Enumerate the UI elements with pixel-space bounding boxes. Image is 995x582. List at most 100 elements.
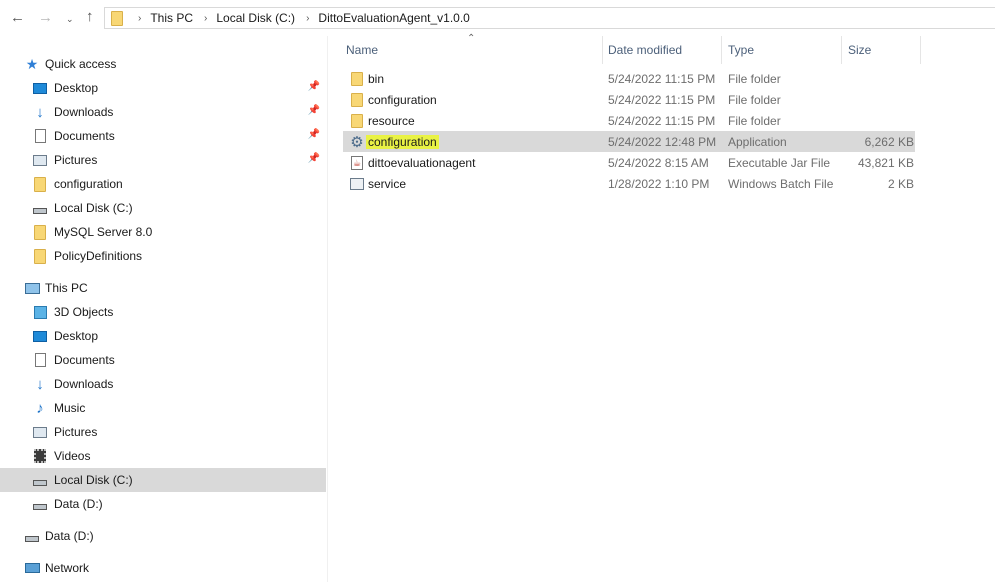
- nav-label: Local Disk (C:): [54, 473, 133, 487]
- folder-icon: [111, 10, 123, 26]
- drive-icon: [32, 200, 48, 216]
- file-name: bin: [368, 71, 385, 86]
- nav-quick-desktop[interactable]: Desktop 📌: [32, 76, 326, 100]
- forward-button[interactable]: →: [38, 9, 53, 27]
- file-row[interactable]: bin 5/24/2022 11:15 PM File folder: [343, 68, 915, 89]
- folder-icon: [349, 71, 365, 86]
- film-icon: [32, 448, 48, 464]
- file-row[interactable]: ☕ dittoevaluationagent 5/24/2022 8:15 AM…: [343, 152, 915, 173]
- nav-label: PolicyDefinitions: [54, 249, 143, 263]
- file-date: 5/24/2022 8:15 AM: [608, 155, 709, 170]
- nav-pc-local-disk[interactable]: Local Disk (C:): [0, 468, 326, 492]
- nav-label: Downloads: [54, 105, 114, 119]
- nav-pc-music[interactable]: ♪ Music: [32, 396, 326, 420]
- nav-quick-pictures[interactable]: Pictures 📌: [32, 148, 326, 172]
- address-bar[interactable]: › This PC › Local Disk (C:) › DittoEvaluat…: [104, 7, 995, 29]
- column-header-type[interactable]: Type: [728, 36, 841, 64]
- chevron-down-icon: ⌄: [66, 14, 74, 24]
- breadcrumb-local-disk[interactable]: Local Disk (C:) ›: [216, 11, 318, 25]
- pane-divider[interactable]: [327, 36, 328, 582]
- nav-pc-videos[interactable]: Videos: [32, 444, 326, 468]
- nav-quick-access[interactable]: ★ Quick access: [24, 52, 324, 76]
- nav-label: Documents: [54, 353, 115, 367]
- nav-label: Music: [54, 401, 86, 415]
- up-button[interactable]: ↑: [86, 8, 94, 26]
- nav-label: 3D Objects: [54, 305, 114, 319]
- drive-icon: [24, 528, 40, 544]
- column-label: Date modified: [608, 43, 683, 57]
- nav-pc-desktop[interactable]: Desktop: [32, 324, 326, 348]
- nav-network[interactable]: Network: [24, 556, 324, 580]
- desktop-icon: [32, 80, 48, 96]
- drive-icon: [32, 472, 48, 488]
- music-icon: ♪: [36, 399, 44, 417]
- column-separator[interactable]: [841, 36, 842, 64]
- download-icon: ↓: [36, 103, 44, 121]
- column-label: Size: [848, 43, 872, 57]
- pin-icon[interactable]: 📌: [308, 129, 320, 140]
- pin-icon[interactable]: 📌: [308, 81, 320, 92]
- nav-pc-pictures[interactable]: Pictures: [32, 420, 326, 444]
- java-icon: ☕: [351, 155, 363, 170]
- file-date: 5/24/2022 12:48 PM: [608, 134, 717, 149]
- nav-label: Desktop: [54, 81, 99, 95]
- column-header-size[interactable]: Size: [848, 36, 920, 64]
- nav-this-pc[interactable]: This PC: [24, 276, 324, 300]
- desktop-icon: [32, 328, 48, 344]
- file-row[interactable]: resource 5/24/2022 11:15 PM File folder: [343, 110, 915, 131]
- chevron-right-icon: ›: [138, 12, 142, 24]
- file-type: Windows Batch File: [728, 176, 834, 191]
- folder-icon: [32, 248, 48, 264]
- pin-icon[interactable]: 📌: [308, 105, 320, 116]
- nav-label: Desktop: [54, 329, 99, 343]
- pin-icon[interactable]: 📌: [308, 153, 320, 164]
- file-row-selected[interactable]: ⚙ configuration 5/24/2022 12:48 PM Appli…: [343, 131, 915, 152]
- nav-label: Data (D:): [54, 497, 103, 511]
- arrow-left-icon: ←: [10, 9, 25, 26]
- file-name-wrapper: configuration: [366, 134, 439, 149]
- file-row[interactable]: configuration 5/24/2022 11:15 PM File fo…: [343, 89, 915, 110]
- nav-label: MySQL Server 8.0: [54, 225, 153, 239]
- breadcrumb-current-folder[interactable]: DittoEvaluationAgent_v1.0.0: [318, 11, 469, 25]
- folder-icon: [32, 176, 48, 192]
- gear-icon: ⚙: [350, 133, 364, 151]
- column-label: Name: [346, 43, 379, 57]
- nav-pc-downloads[interactable]: ↓ Downloads: [32, 372, 326, 396]
- recent-locations-button[interactable]: ⌄: [66, 10, 74, 28]
- nav-label: Documents: [54, 129, 115, 143]
- chevron-right-icon: ›: [204, 12, 208, 24]
- nav-pc-documents[interactable]: Documents: [32, 348, 326, 372]
- column-header-name[interactable]: Name: [346, 36, 601, 64]
- column-separator[interactable]: [721, 36, 722, 64]
- column-header-date[interactable]: Date modified: [608, 36, 720, 64]
- back-button[interactable]: ←: [10, 9, 25, 27]
- file-type: File folder: [728, 71, 781, 86]
- chevron-right-icon: ›: [306, 12, 310, 24]
- nav-quick-local-disk[interactable]: Local Disk (C:): [32, 196, 326, 220]
- nav-label: configuration: [54, 177, 123, 191]
- nav-data-drive[interactable]: Data (D:): [24, 524, 324, 548]
- breadcrumb-label: Local Disk (C:): [216, 11, 296, 25]
- nav-label: Data (D:): [45, 529, 94, 543]
- nav-pc-3d-objects[interactable]: 3D Objects: [32, 300, 326, 324]
- folder-icon: [32, 224, 48, 240]
- arrow-right-icon: →: [38, 9, 53, 26]
- breadcrumb-label: This PC: [150, 11, 194, 25]
- column-separator[interactable]: [602, 36, 603, 64]
- address-toolbar: ← → ⌄ ↑ › This PC › Local Disk (C:) › Ditt…: [0, 0, 995, 36]
- column-separator[interactable]: [920, 36, 921, 64]
- file-date: 5/24/2022 11:15 PM: [608, 92, 716, 107]
- breadcrumb-label: DittoEvaluationAgent_v1.0.0: [318, 11, 470, 25]
- nav-quick-policydefinitions[interactable]: PolicyDefinitions: [32, 244, 326, 268]
- nav-label: Network: [45, 561, 90, 575]
- nav-label: Videos: [54, 449, 91, 463]
- nav-quick-documents[interactable]: Documents 📌: [32, 124, 326, 148]
- nav-label: Pictures: [54, 153, 98, 167]
- nav-quick-mysql[interactable]: MySQL Server 8.0: [32, 220, 326, 244]
- nav-label: Pictures: [54, 425, 98, 439]
- nav-quick-downloads[interactable]: ↓ Downloads 📌: [32, 100, 326, 124]
- file-row[interactable]: service 1/28/2022 1:10 PM Windows Batch …: [343, 173, 915, 194]
- nav-pc-data-drive[interactable]: Data (D:): [32, 492, 326, 516]
- breadcrumb-this-pc[interactable]: This PC ›: [150, 11, 216, 25]
- nav-quick-configuration[interactable]: configuration: [32, 172, 326, 196]
